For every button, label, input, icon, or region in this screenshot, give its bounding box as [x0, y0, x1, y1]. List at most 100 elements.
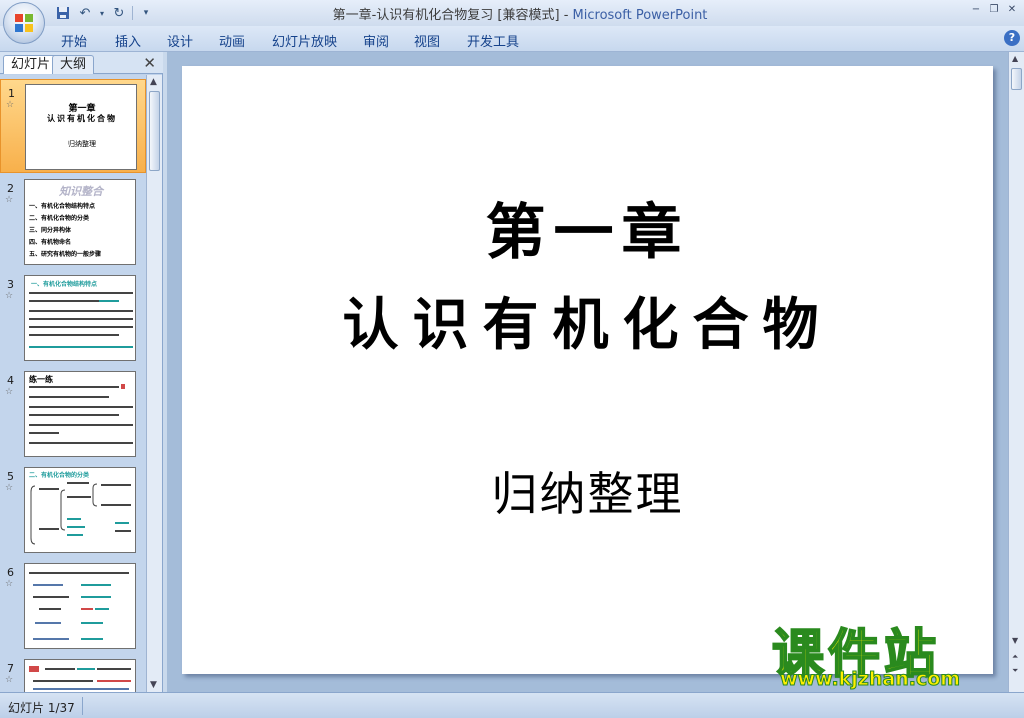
slide-thumbnail-6[interactable]: 6 ☆ [0, 559, 146, 653]
tab-slides[interactable]: 幻灯片 [3, 55, 59, 74]
classification-tree-diagram [30, 482, 131, 545]
editor-scrollbar[interactable]: ▲ ▼ ⏶ ⏷ [1008, 52, 1024, 692]
thumb-text-line [29, 432, 59, 434]
tab-home[interactable]: 开始 [61, 31, 87, 50]
slide-number: 2 [7, 182, 14, 195]
tab-view[interactable]: 视图 [414, 31, 440, 50]
thumb-text-line [29, 572, 129, 574]
slide-thumbnail-7[interactable]: 7 ☆ [0, 655, 146, 692]
scroll-down-icon[interactable]: ▼ [1012, 636, 1018, 645]
close-pane-icon[interactable]: ✕ [143, 54, 156, 72]
undo-icon[interactable]: ↶ [76, 4, 94, 22]
slide-subtitle[interactable]: 归纳整理 [182, 458, 993, 524]
customize-toolbar-icon[interactable]: ▾ [137, 4, 155, 22]
slide-number: 1 [8, 87, 15, 100]
ribbon-tabs: 开始 插入 设计 动画 幻灯片放映 审阅 视图 开发工具 ? [0, 26, 1024, 52]
redo-icon[interactable]: ↻ [110, 4, 128, 22]
thumb-text-line [99, 300, 119, 302]
thumb-text-line [29, 442, 133, 444]
thumb-text-line [121, 384, 125, 389]
thumbnail-preview: 练一练 [24, 371, 136, 457]
slide-thumbnail-2[interactable]: 2 ☆ 知识整合 一、有机化合物结构特点 二、有机化合物的分类 三、同分异构体 … [0, 175, 146, 269]
help-icon[interactable]: ? [1004, 30, 1020, 46]
slide-editor: 第一章 认识有机化合物 归纳整理 [167, 52, 1008, 692]
slide-number: 4 [7, 374, 14, 387]
separator [132, 6, 133, 20]
tab-review[interactable]: 审阅 [363, 31, 389, 50]
office-button[interactable] [3, 2, 45, 44]
thumb-text-line [29, 326, 133, 328]
tab-slideshow[interactable]: 幻灯片放映 [272, 31, 337, 50]
thumbnail-preview: 第一章 认识有机化合物 归纳整理 [25, 84, 137, 170]
quick-access-toolbar: ↶ ▾ ↻ ▾ [54, 4, 155, 22]
close-window-icon[interactable]: ✕ [1004, 2, 1020, 16]
tab-insert[interactable]: 插入 [115, 31, 141, 50]
watermark-url: www.kjzhan.com [779, 668, 961, 691]
scrollbar-thumb[interactable] [149, 91, 160, 171]
thumb-title: 知识整合 [59, 185, 103, 198]
thumb-text-line [33, 688, 129, 690]
thumb-text-line [81, 596, 111, 598]
status-bar: 幻灯片 1/37 [0, 692, 1024, 718]
thumb-line: 二、有机化合物的分类 [29, 215, 90, 222]
next-slide-icon[interactable]: ⏷ [1012, 666, 1018, 676]
slide-thumbnail-5[interactable]: 5 ☆ 二、有机化合物的分类 [0, 463, 146, 557]
previous-slide-icon[interactable]: ⏶ [1012, 652, 1018, 662]
tab-animations[interactable]: 动画 [219, 31, 245, 50]
save-icon[interactable] [54, 4, 72, 22]
office-logo-icon [15, 14, 33, 32]
thumb-text-line [97, 680, 131, 682]
thumb-text-line [29, 292, 133, 294]
thumb-text-line [29, 666, 39, 672]
tab-design[interactable]: 设计 [167, 31, 193, 50]
scroll-up-icon[interactable]: ▲ [150, 77, 157, 87]
thumb-line: 四、有机物命名 [29, 239, 72, 246]
thumb-text-line [81, 638, 103, 640]
thumb-text-line [33, 638, 69, 640]
thumb-text-line [81, 608, 93, 610]
thumb-text-line [29, 310, 133, 312]
animation-star-icon: ☆ [5, 675, 14, 685]
slide-thumbnail-3[interactable]: 3 ☆ 一、有机化合物结构特点 [0, 271, 146, 365]
dropdown-small-icon[interactable]: ▾ [98, 4, 106, 22]
restore-icon[interactable]: ❐ [986, 2, 1002, 16]
minimize-icon[interactable]: − [968, 2, 984, 16]
thumb-text-line [97, 668, 131, 670]
scroll-down-icon[interactable]: ▼ [150, 680, 157, 690]
animation-star-icon: ☆ [5, 579, 14, 589]
thumb-text-line [45, 668, 75, 670]
animation-star-icon: ☆ [5, 387, 14, 397]
thumb-text-line [81, 584, 111, 586]
thumb-text-line [33, 680, 93, 682]
scroll-up-icon[interactable]: ▲ [1012, 54, 1018, 63]
document-title: 第一章-认识有机化合物复习 [兼容模式] - [332, 8, 573, 23]
tab-developer[interactable]: 开发工具 [467, 31, 519, 50]
thumb-line: 五、研究有机物的一般步骤 [29, 251, 102, 258]
thumb-subtitle: 认识有机化合物 [47, 114, 117, 123]
thumb-text-line [95, 608, 109, 610]
slide-main-title[interactable]: 认识有机化合物 [182, 280, 993, 361]
thumb-title: 一、有机化合物结构特点 [31, 281, 98, 288]
slide-chapter-title[interactable]: 第一章 [182, 184, 993, 271]
thumb-text-line [29, 396, 109, 398]
tab-outline[interactable]: 大纲 [52, 55, 95, 74]
thumb-text-line [39, 608, 61, 610]
thumb-text-line [29, 406, 133, 408]
animation-star-icon: ☆ [5, 483, 14, 493]
thumb-text-line [35, 622, 61, 624]
current-slide[interactable]: 第一章 认识有机化合物 归纳整理 [182, 66, 993, 674]
thumb-line: 三、同分异构体 [29, 227, 72, 234]
thumb-title: 二、有机化合物的分类 [29, 472, 90, 479]
animation-star-icon: ☆ [6, 100, 15, 110]
thumb-title: 练一练 [29, 375, 53, 384]
window-controls: − ❐ ✕ [968, 2, 1020, 16]
slides-pane: 幻灯片 大纲 ✕ 1 ☆ 第一章 认识有机化合物 归纳整理 2 ☆ 知识整合 一… [0, 52, 163, 692]
slide-thumbnail-4[interactable]: 4 ☆ 练一练 [0, 367, 146, 461]
thumb-text-line [81, 622, 103, 624]
slide-number: 3 [7, 278, 14, 291]
thumb-line: 一、有机化合物结构特点 [29, 203, 96, 210]
thumbnail-preview: 一、有机化合物结构特点 [24, 275, 136, 361]
slide-thumbnail-1[interactable]: 1 ☆ 第一章 认识有机化合物 归纳整理 [0, 79, 146, 173]
thumbnail-scrollbar[interactable]: ▲ ▼ [146, 75, 162, 692]
scrollbar-thumb[interactable] [1011, 68, 1022, 90]
